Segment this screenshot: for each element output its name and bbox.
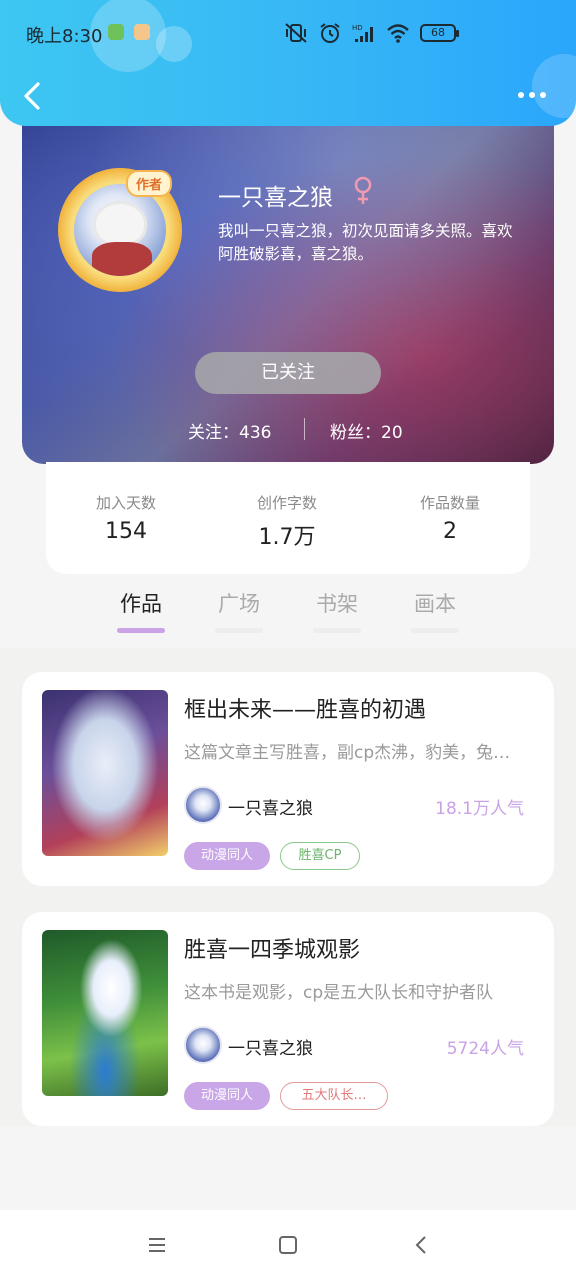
status-app-icons — [108, 24, 150, 40]
stat-value: 154 — [105, 519, 147, 544]
tab-square[interactable]: 广场 — [214, 588, 264, 633]
profile-banner: 作者 一只喜之狼 我叫一只喜之狼，初次见面请多关照。喜欢阿胜破影喜，喜之狼。 已… — [22, 96, 554, 464]
author-name: 一只喜之狼 — [228, 799, 313, 819]
popularity-count: 18.1万人气 — [435, 799, 524, 819]
tab-picture-book[interactable]: 画本 — [410, 588, 460, 633]
status-right: HD 68 — [284, 22, 459, 44]
category-tag[interactable]: 动漫同人 — [184, 842, 270, 870]
book-card[interactable]: 胜喜一四季城观影 这本书是观影，cp是五大队长和守护者队 一只喜之狼 5724人… — [22, 912, 554, 1126]
book-title: 胜喜一四季城观影 — [184, 938, 361, 963]
stat-value: 1.7万 — [258, 525, 316, 550]
stat-label: 作品数量 — [419, 494, 480, 512]
dot — [529, 92, 535, 98]
book-description: 这本书是观影，cp是五大队长和守护者队 — [184, 983, 494, 1003]
home-square-icon[interactable] — [277, 1234, 299, 1256]
decorative-bubble — [156, 26, 192, 62]
author-avatar — [184, 786, 222, 824]
stat-divider — [304, 418, 305, 440]
author-avatar — [184, 1026, 222, 1064]
top-header: 晚上8:30 HD 68 — [0, 0, 576, 126]
vibrate-off-icon — [285, 23, 307, 43]
stat-works-count: 作品数量 2 — [390, 492, 510, 544]
stat-join-days: 加入天数 154 — [66, 492, 186, 544]
cp-tag[interactable]: 胜喜CP — [280, 842, 360, 870]
back-arrow-icon[interactable] — [18, 78, 46, 114]
tab-label: 作品 — [120, 592, 162, 616]
more-dots-icon[interactable] — [518, 88, 550, 102]
tab-underline — [117, 628, 165, 633]
dot — [518, 92, 524, 98]
status-time: 晚上8:30 — [26, 26, 103, 47]
stat-value: 2 — [443, 519, 457, 544]
book-cover[interactable] — [42, 690, 168, 856]
tab-underline — [411, 628, 459, 633]
app-icon-orange — [134, 24, 150, 40]
category-tag[interactable]: 动漫同人 — [184, 1082, 270, 1110]
profile-bio: 我叫一只喜之狼，初次见面请多关照。喜欢阿胜破影喜，喜之狼。 — [218, 222, 513, 263]
stat-label: 创作字数 — [256, 494, 317, 512]
stats-card: 加入天数 154 创作字数 1.7万 作品数量 2 — [46, 462, 530, 574]
book-card[interactable]: 框出未来——胜喜的初遇 这篇文章主写胜喜，副cp杰沸，豹美，兔… 一只喜之狼 1… — [22, 672, 554, 886]
back-triangle-icon[interactable] — [410, 1234, 432, 1256]
tab-underline — [215, 628, 263, 633]
tab-underline — [313, 628, 361, 633]
following-count[interactable]: 关注：436 — [188, 418, 271, 443]
female-gender-icon — [354, 176, 372, 204]
svg-text:HD: HD — [352, 24, 363, 32]
decorative-bubble — [532, 54, 576, 118]
avatar — [74, 184, 166, 276]
stat-word-count: 创作字数 1.7万 — [227, 492, 347, 551]
cp-tag[interactable]: 五大队长… — [280, 1082, 388, 1110]
menu-icon[interactable] — [146, 1234, 168, 1256]
signal-hd-icon: HD — [352, 24, 373, 42]
tab-label: 书架 — [316, 592, 358, 616]
username: 一只喜之狼 — [218, 185, 333, 211]
battery-indicator: 68 — [420, 24, 459, 42]
author-badge: 作者 — [126, 170, 173, 197]
stat-label: 加入天数 — [95, 494, 156, 512]
dot — [540, 92, 546, 98]
book-description: 这篇文章主写胜喜，副cp杰沸，豹美，兔… — [184, 743, 511, 763]
content-tabs: 作品 广场 书架 画本 — [0, 588, 576, 644]
system-nav-bar — [0, 1210, 576, 1280]
tab-label: 画本 — [414, 592, 456, 616]
followed-button[interactable]: 已关注 — [195, 352, 381, 394]
book-title: 框出未来——胜喜的初遇 — [184, 698, 427, 723]
wifi-icon — [387, 24, 409, 43]
app-icon-green — [108, 24, 124, 40]
tab-label: 广场 — [218, 592, 260, 616]
book-cover[interactable] — [42, 930, 168, 1096]
fans-count[interactable]: 粉丝：20 — [330, 418, 403, 443]
alarm-icon — [320, 23, 340, 43]
tab-works[interactable]: 作品 — [116, 588, 166, 633]
tab-bookshelf[interactable]: 书架 — [312, 588, 362, 633]
author-name: 一只喜之狼 — [228, 1039, 313, 1059]
popularity-count: 5724人气 — [446, 1039, 524, 1059]
